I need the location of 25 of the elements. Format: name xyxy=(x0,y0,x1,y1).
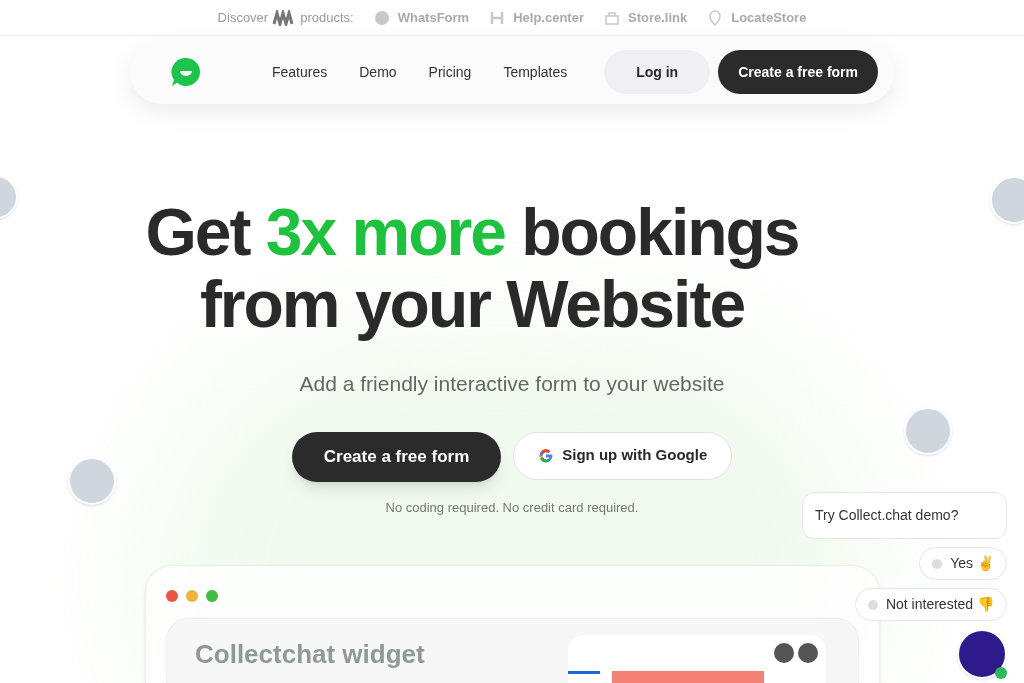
hero-note: No coding required. No credit card required. xyxy=(385,498,639,517)
letter-h-icon xyxy=(489,9,506,26)
tab-indicator xyxy=(568,671,600,674)
pin-icon xyxy=(707,9,724,26)
nav-link[interactable]: Templates xyxy=(503,61,568,83)
products-label: products: xyxy=(300,8,354,27)
google-icon xyxy=(538,447,555,464)
chat-option-button[interactable]: Yes ✌ xyxy=(919,547,1007,580)
widget-title: Collectchat widget xyxy=(195,638,425,671)
create-form-button[interactable]: Create a free form xyxy=(291,431,502,482)
discover-label: Discover xyxy=(217,8,269,27)
chat-message: Try Collect.chat demo? xyxy=(802,492,1007,539)
create-form-button[interactable]: Create a free form xyxy=(718,50,878,94)
nav-link[interactable]: Features xyxy=(272,61,328,83)
nav-link[interactable]: Pricing xyxy=(428,61,472,83)
nav-link[interactable]: Demo xyxy=(359,61,397,83)
hero-headline: Get 3x more bookings from your Website xyxy=(145,196,799,340)
hero-subtitle: Add a friendly interactive form to your website xyxy=(299,371,725,397)
chat-option-button[interactable]: Not interested 👎 xyxy=(854,588,1007,621)
bag-icon xyxy=(604,9,620,26)
google-signup-button[interactable]: Sign up with Google xyxy=(513,431,733,480)
chat-avatar[interactable] xyxy=(957,629,1007,679)
login-button[interactable]: Log in xyxy=(604,50,711,94)
avatar xyxy=(904,407,952,455)
avatar xyxy=(68,457,116,505)
